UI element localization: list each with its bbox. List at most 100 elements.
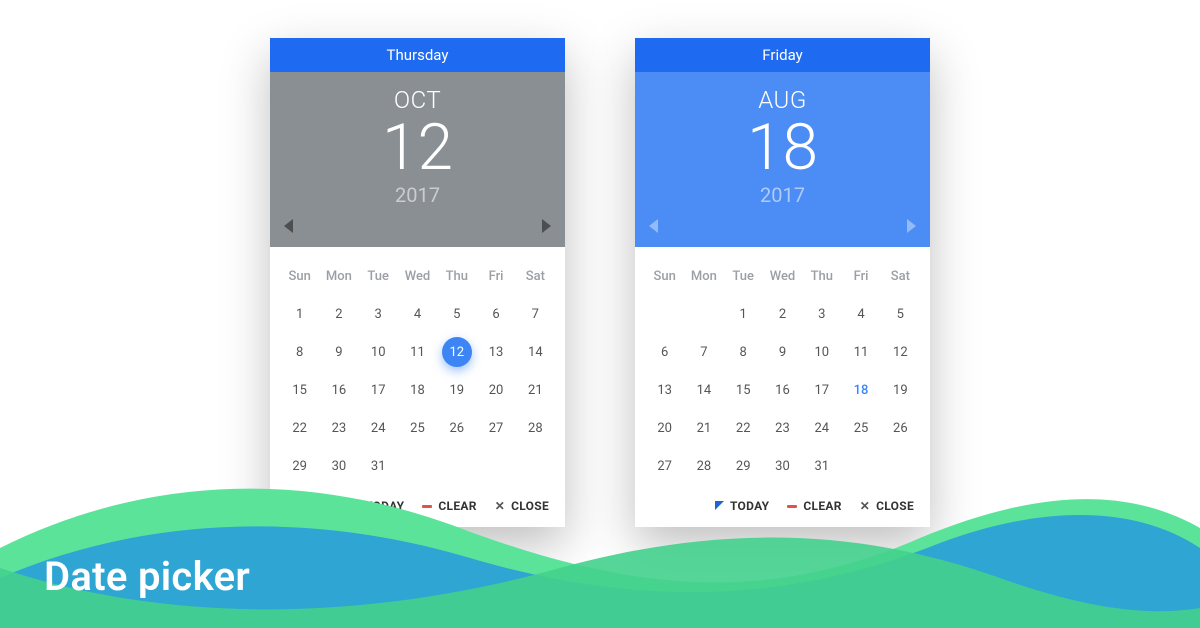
day-cell[interactable]: 13: [645, 371, 684, 409]
day-cell[interactable]: 18: [841, 371, 880, 409]
day-cell[interactable]: 23: [763, 409, 802, 447]
day-cell[interactable]: 20: [645, 409, 684, 447]
day-cell[interactable]: 6: [476, 295, 515, 333]
day-cell[interactable]: 8: [724, 333, 763, 371]
day-cell[interactable]: 16: [319, 371, 358, 409]
clear-button[interactable]: CLEAR: [787, 499, 841, 513]
day-cell[interactable]: 19: [437, 371, 476, 409]
weekday-header-cell: Wed: [398, 257, 437, 295]
clear-icon: [422, 505, 432, 508]
day-cell[interactable]: 21: [516, 371, 555, 409]
day-cell[interactable]: 28: [516, 409, 555, 447]
day-cell[interactable]: 22: [724, 409, 763, 447]
picker-footer: TODAY CLEAR ✕CLOSE: [635, 487, 930, 527]
day-cell[interactable]: 26: [437, 409, 476, 447]
header-year[interactable]: 2017: [270, 183, 565, 207]
day-cell[interactable]: 18: [398, 371, 437, 409]
day-cell[interactable]: 11: [841, 333, 880, 371]
close-button[interactable]: ✕CLOSE: [495, 499, 549, 513]
day-cell[interactable]: 14: [684, 371, 723, 409]
day-cell[interactable]: 11: [398, 333, 437, 371]
day-cell[interactable]: 24: [359, 409, 398, 447]
day-cell[interactable]: 27: [476, 409, 515, 447]
weekday-bar: Thursday: [270, 38, 565, 72]
day-cell[interactable]: 4: [841, 295, 880, 333]
day-cell[interactable]: 4: [398, 295, 437, 333]
day-cell[interactable]: 25: [841, 409, 880, 447]
weekday-header-cell: Sat: [881, 257, 920, 295]
day-cell[interactable]: 29: [724, 447, 763, 485]
day-cell-empty: [476, 447, 515, 485]
weekday-header-cell: Tue: [724, 257, 763, 295]
day-cell[interactable]: 10: [802, 333, 841, 371]
day-cell[interactable]: 15: [724, 371, 763, 409]
day-cell[interactable]: 5: [437, 295, 476, 333]
day-cell[interactable]: 6: [645, 333, 684, 371]
day-cell-empty: [398, 447, 437, 485]
day-cell[interactable]: 16: [763, 371, 802, 409]
calendar-grid: SunMonTueWedThuFriSat1234567891011121314…: [270, 247, 565, 487]
day-cell[interactable]: 3: [802, 295, 841, 333]
day-cell[interactable]: 10: [359, 333, 398, 371]
day-cell[interactable]: 30: [763, 447, 802, 485]
prev-month-icon[interactable]: [284, 219, 293, 233]
day-cell[interactable]: 22: [280, 409, 319, 447]
next-month-icon[interactable]: [907, 219, 916, 233]
weekday-header-cell: Tue: [359, 257, 398, 295]
today-label: TODAY: [730, 499, 769, 513]
today-icon: [350, 501, 359, 510]
today-label: TODAY: [365, 499, 404, 513]
day-cell[interactable]: 7: [516, 295, 555, 333]
day-cell[interactable]: 26: [881, 409, 920, 447]
day-cell[interactable]: 2: [763, 295, 802, 333]
day-cell[interactable]: 12: [437, 333, 476, 371]
day-cell[interactable]: 15: [280, 371, 319, 409]
day-cell-empty: [516, 447, 555, 485]
day-cell[interactable]: 30: [319, 447, 358, 485]
day-cell[interactable]: 3: [359, 295, 398, 333]
day-cell[interactable]: 23: [319, 409, 358, 447]
day-cell[interactable]: 29: [280, 447, 319, 485]
weekday-header-cell: Thu: [437, 257, 476, 295]
weekday-header-cell: Thu: [802, 257, 841, 295]
day-cell[interactable]: 1: [724, 295, 763, 333]
day-cell[interactable]: 9: [319, 333, 358, 371]
day-cell[interactable]: 9: [763, 333, 802, 371]
header-day: 18: [635, 114, 930, 181]
today-button[interactable]: TODAY: [715, 499, 769, 513]
weekday-header-cell: Mon: [684, 257, 723, 295]
day-cell[interactable]: 13: [476, 333, 515, 371]
header-panel: OCT 12 2017: [270, 72, 565, 247]
day-cell[interactable]: 19: [881, 371, 920, 409]
clear-label: CLEAR: [438, 499, 476, 513]
day-cell[interactable]: 12: [881, 333, 920, 371]
day-cell[interactable]: 20: [476, 371, 515, 409]
day-cell[interactable]: 28: [684, 447, 723, 485]
clear-icon: [787, 505, 797, 508]
clear-label: CLEAR: [803, 499, 841, 513]
day-cell[interactable]: 17: [802, 371, 841, 409]
day-cell[interactable]: 1: [280, 295, 319, 333]
prev-month-icon[interactable]: [649, 219, 658, 233]
stage: Thursday OCT 12 2017 SunMonTueWedThuFriS…: [0, 0, 1200, 628]
day-cell[interactable]: 31: [802, 447, 841, 485]
today-button[interactable]: TODAY: [350, 499, 404, 513]
day-cell[interactable]: 5: [881, 295, 920, 333]
day-cell[interactable]: 31: [359, 447, 398, 485]
calendar-grid: SunMonTueWedThuFriSat1234567891011121314…: [635, 247, 930, 487]
day-cell[interactable]: 7: [684, 333, 723, 371]
day-cell[interactable]: 27: [645, 447, 684, 485]
next-month-icon[interactable]: [542, 219, 551, 233]
day-cell[interactable]: 14: [516, 333, 555, 371]
close-icon: ✕: [495, 500, 505, 512]
day-cell[interactable]: 21: [684, 409, 723, 447]
day-cell[interactable]: 24: [802, 409, 841, 447]
clear-button[interactable]: CLEAR: [422, 499, 476, 513]
weekday-header-cell: Fri: [841, 257, 880, 295]
close-button[interactable]: ✕CLOSE: [860, 499, 914, 513]
header-year[interactable]: 2017: [635, 183, 930, 207]
day-cell[interactable]: 25: [398, 409, 437, 447]
day-cell[interactable]: 2: [319, 295, 358, 333]
day-cell[interactable]: 17: [359, 371, 398, 409]
day-cell[interactable]: 8: [280, 333, 319, 371]
